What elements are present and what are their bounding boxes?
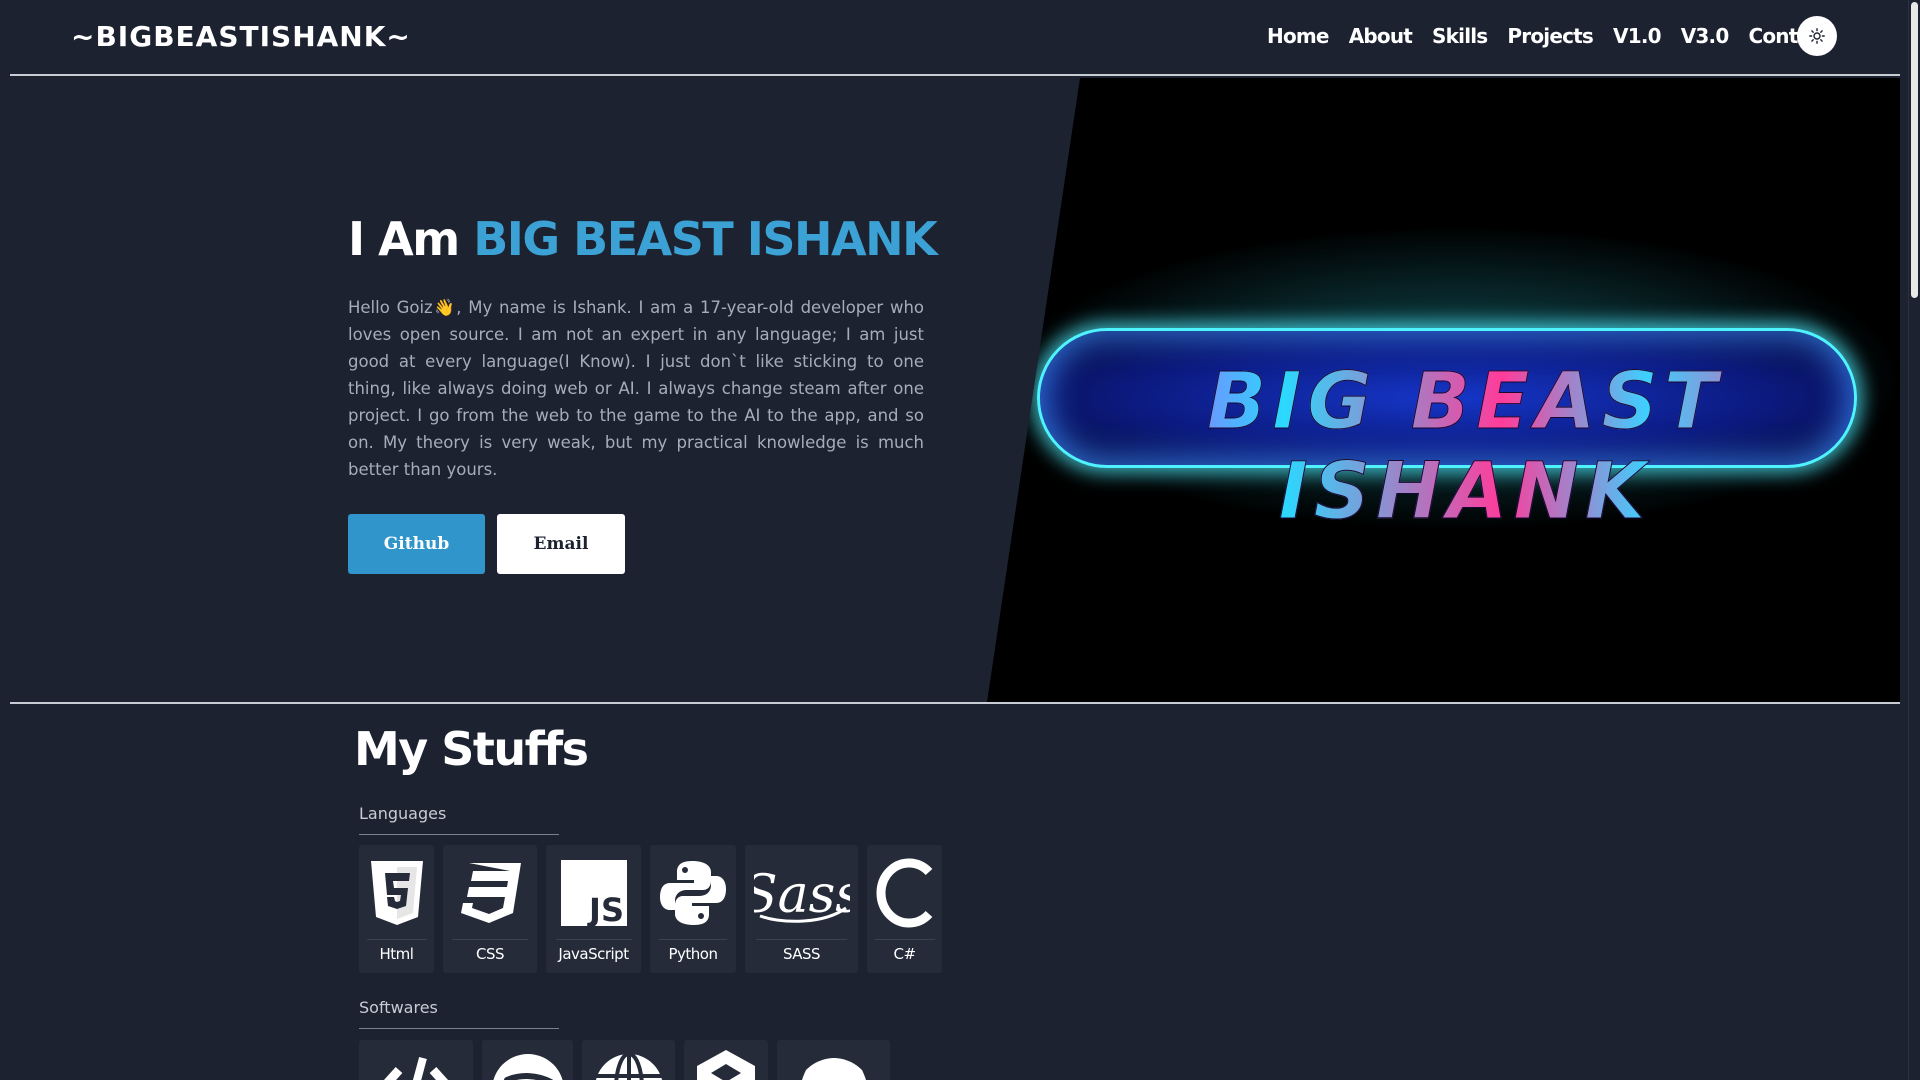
hero-banner-image: BIG BEAST ISHANK <box>987 78 1900 702</box>
languages-divider <box>359 834 559 835</box>
css3-icon <box>461 863 521 923</box>
unity-icon <box>697 1050 755 1080</box>
nav-link-home[interactable]: Home <box>1267 24 1329 48</box>
language-label: SASS <box>782 945 821 963</box>
hero-description: Hello Goiz👋, My name is Ishank. I am a 1… <box>348 298 924 479</box>
languages-label: Languages <box>359 804 447 823</box>
software-tile-discord[interactable] <box>777 1040 890 1080</box>
sun-icon <box>1809 28 1825 44</box>
languages-grid: Html CSS JS JavaScript Python as SASS C# <box>359 845 942 973</box>
scrollbar-thumb[interactable] <box>1911 2 1918 298</box>
github-button[interactable]: Github <box>348 514 485 574</box>
language-label: Html <box>379 945 414 963</box>
language-tile-sass[interactable]: Sass SASS <box>745 845 858 973</box>
language-tile-python[interactable]: Python <box>650 845 736 973</box>
nav-link-v1[interactable]: V1.0 <box>1613 24 1662 48</box>
nav-links: Home About Skills Projects V1.0 V3.0 Con… <box>1267 24 1831 48</box>
softwares-divider <box>359 1028 559 1029</box>
language-tile-css[interactable]: CSS <box>443 845 537 973</box>
svg-text:Sass: Sass <box>754 865 850 925</box>
language-label: JavaScript <box>558 945 629 963</box>
hero-title-prefix: I Am <box>348 212 474 266</box>
language-label: CSS <box>475 945 505 963</box>
software-tile-code[interactable] <box>359 1040 473 1080</box>
software-tile-unity[interactable] <box>684 1040 768 1080</box>
nav-link-about[interactable]: About <box>1349 24 1413 48</box>
language-tile-html[interactable]: Html <box>359 845 434 973</box>
globe-icon <box>594 1052 663 1080</box>
nav-link-v3[interactable]: V3.0 <box>1681 24 1730 48</box>
navbar: ~BIGBEASTISHANK~ Home About Skills Proje… <box>10 0 1900 76</box>
software-tile-spotify[interactable] <box>482 1040 573 1080</box>
language-tile-javascript[interactable]: JS JavaScript <box>546 845 641 973</box>
svg-text:JS: JS <box>587 891 624 926</box>
nav-link-projects[interactable]: Projects <box>1507 24 1593 48</box>
language-label: Python <box>668 945 719 963</box>
language-label: C# <box>893 945 916 963</box>
nav-link-skills[interactable]: Skills <box>1432 24 1488 48</box>
javascript-icon: JS <box>560 860 627 926</box>
softwares-label: Softwares <box>359 998 438 1017</box>
banner-text: BIG BEAST ISHANK <box>1100 357 1830 538</box>
sass-icon: Sass <box>754 865 850 925</box>
page-scrollbar[interactable] <box>1908 0 1920 1080</box>
banner-pill: BIG BEAST ISHANK <box>1037 328 1857 538</box>
stuffs-title: My Stuffs <box>354 722 589 776</box>
html5-icon <box>370 861 423 925</box>
spotify-icon <box>492 1054 563 1080</box>
software-tile-globe[interactable] <box>582 1040 675 1080</box>
softwares-grid <box>359 1040 890 1080</box>
language-tile-csharp[interactable]: C# <box>867 845 942 973</box>
hero-section: BIG BEAST ISHANK I Am BIG BEAST ISHANK H… <box>10 78 1900 704</box>
brand-logo[interactable]: ~BIGBEASTISHANK~ <box>71 20 411 53</box>
csharp-icon <box>876 858 932 928</box>
email-button[interactable]: Email <box>497 514 625 574</box>
python-icon <box>660 861 726 925</box>
discord-icon <box>801 1058 866 1080</box>
code-icon <box>383 1056 449 1080</box>
theme-toggle-button[interactable] <box>1797 16 1837 56</box>
hero-title: I Am BIG BEAST ISHANK <box>348 212 938 266</box>
hero-title-name: BIG BEAST ISHANK <box>473 212 938 266</box>
